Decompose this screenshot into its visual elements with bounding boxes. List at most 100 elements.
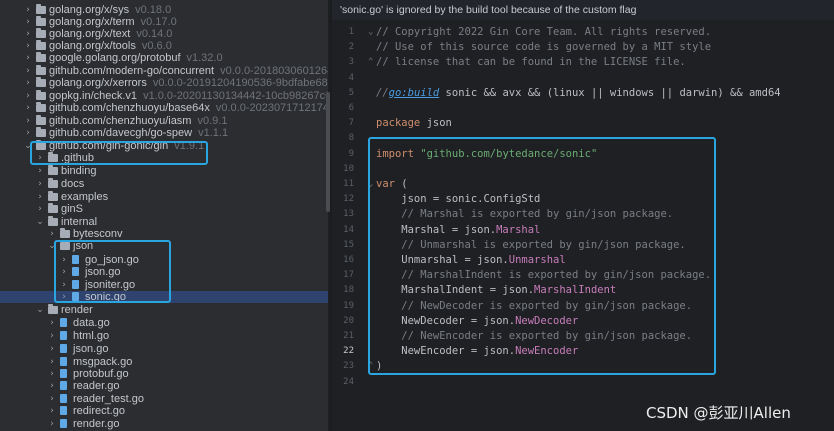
tree-file-row[interactable]: › json.go [0,343,328,355]
go-file-icon [60,394,67,403]
code-line[interactable]: 1 ⌄// Copyright 2022 Gin Core Team. All r… [332,25,834,40]
code-line[interactable]: 5 //go:build sonic && avx && (linux || wi… [332,86,834,101]
tree-file-row[interactable]: › msgpack.go [0,356,328,368]
chevron-right-icon[interactable]: › [48,330,56,342]
tree-folder-row[interactable]: › github.com/chenzhuoyu/base64x v0.0.0-202… [0,102,328,114]
chevron-right-icon[interactable]: › [24,65,32,77]
folder-icon [36,127,46,137]
chevron-right-icon[interactable]: › [36,191,44,203]
chevron-right-icon[interactable]: › [48,393,56,405]
chevron-right-icon[interactable]: › [24,90,32,102]
code-line[interactable]: 3 ⌃// license that can be found in the LI… [332,55,834,70]
line-number: 2 [348,42,354,53]
tree-item-label: reader_test.go [73,393,144,405]
chevron-right-icon[interactable]: › [48,356,56,368]
chevron-right-icon[interactable]: › [24,52,32,64]
tree-folder-row[interactable]: › ginS [0,203,328,215]
line-number: 23 [343,361,354,372]
code-line[interactable]: 2 // Use of this source code is governed … [332,40,834,55]
code-text: // Copyright 2022 Gin Core Team. All rig… [376,25,711,40]
tree-folder-row[interactable]: › bytesconv [0,228,328,240]
code-line[interactable]: 24 [332,375,834,390]
tree-folder-row[interactable]: › gopkg.in/check.v1 v1.0.0-20201130134442-… [0,90,328,102]
code-line[interactable]: 7 package json [332,116,834,131]
tree-file-row[interactable]: › html.go [0,330,328,342]
code-token: // license that can be found in the LICE… [376,56,686,69]
tree-folder-row[interactable]: ⌄ render [0,304,328,316]
tree-file-row[interactable]: › reader.go [0,380,328,392]
chevron-right-icon[interactable]: › [36,203,44,215]
tree-item-name: examples [61,191,109,203]
code-token: go:build [388,86,440,99]
tree-folder-row[interactable]: › github.com/chenzhuoyu/iasm v0.9.1 [0,115,328,127]
line-number: 3 [348,57,354,68]
chevron-down-icon[interactable]: ⌄ [36,304,44,316]
chevron-right-icon[interactable]: › [36,178,44,190]
chevron-right-icon[interactable]: › [48,317,56,329]
editor-notification-bar: 'sonic.go' is ignored by the build tool … [332,0,834,20]
tree-item-label: github.com/chenzhuoyu/iasm v0.9.1 [49,115,227,127]
fold-marker-icon[interactable]: ⌄ [368,25,373,40]
tree-item-name: render.go [73,418,120,430]
tree-item-name: google.golang.org/protobuf [49,52,181,64]
chevron-right-icon[interactable]: › [24,4,32,16]
tree-file-row[interactable]: › data.go [0,317,328,329]
tree-item-label: github.com/chenzhuoyu/base64x v0.0.0-2023… [49,102,328,114]
code-line[interactable]: 6 [332,101,834,116]
chevron-right-icon[interactable]: › [24,16,32,28]
chevron-down-icon[interactable]: ⌄ [36,216,44,228]
folder-icon [36,4,46,14]
line-number: 14 [343,224,354,235]
tree-item-name: github.com/chenzhuoyu/iasm [49,115,192,127]
chevron-right-icon[interactable]: › [48,368,56,380]
tree-folder-row[interactable]: › docs [0,178,328,190]
folder-icon [36,102,46,112]
tree-item-version: v1.32.0 [186,52,223,64]
chevron-right-icon[interactable]: › [24,28,32,40]
line-number: 18 [343,285,354,296]
tree-folder-row[interactable]: ⌄ internal [0,216,328,228]
go-file-icon [60,369,67,378]
tree-file-row[interactable]: › redirect.go [0,405,328,417]
chevron-right-icon[interactable]: › [24,115,32,127]
line-number: 13 [343,209,354,220]
chevron-right-icon[interactable]: › [36,165,44,177]
fold-marker-icon[interactable]: ⌃ [368,55,373,70]
tree-item-name: gopkg.in/check.v1 [49,90,138,102]
tree-folder-row[interactable]: › binding [0,165,328,177]
chevron-right-icon[interactable]: › [24,77,32,89]
tree-file-row[interactable]: › protobuf.go [0,368,328,380]
chevron-right-icon[interactable]: › [24,127,32,139]
code-line[interactable]: 4 [332,71,834,86]
folder-icon [60,228,70,238]
tree-item-label: render [61,304,93,316]
tree-item-name: bytesconv [73,228,123,240]
tree-item-name: golang.org/x/text [49,28,131,40]
tree-item-version: v0.18.0 [135,4,172,16]
tree-folder-row[interactable]: › github.com/davecgh/go-spew v1.1.1 [0,127,328,139]
tree-file-row[interactable]: › reader_test.go [0,393,328,405]
tree-folder-row[interactable]: › golang.org/x/sys v0.18.0 [0,4,328,16]
tree-item-label: github.com/davecgh/go-spew v1.1.1 [49,127,228,139]
tree-item-label: golang.org/x/xerrors v0.0.0-2019120419053… [49,77,328,89]
tree-folder-row[interactable]: › github.com/modern-go/concurrent v0.0.0-2… [0,65,328,77]
tree-folder-row[interactable]: › examples [0,191,328,203]
folder-icon [48,216,58,226]
tree-item-label: redirect.go [73,405,125,417]
tree-folder-row[interactable]: › golang.org/x/term v0.17.0 [0,16,328,28]
chevron-right-icon[interactable]: › [24,40,32,52]
chevron-right-icon[interactable]: › [48,380,56,392]
tree-folder-row[interactable]: › google.golang.org/protobuf v1.32.0 [0,52,328,64]
tree-file-row[interactable]: › render.go [0,418,328,430]
chevron-right-icon[interactable]: › [48,418,56,430]
chevron-right-icon[interactable]: › [48,405,56,417]
tree-folder-row[interactable]: › golang.org/x/xerrors v0.0.0-201912041905… [0,77,328,89]
tree-item-name: render [61,304,93,316]
tree-folder-row[interactable]: › golang.org/x/text v0.14.0 [0,28,328,40]
chevron-right-icon[interactable]: › [48,228,56,240]
chevron-right-icon[interactable]: › [24,102,32,114]
tree-folder-row[interactable]: › golang.org/x/tools v0.6.0 [0,40,328,52]
line-number: 15 [343,239,354,250]
code-token: // [376,86,389,99]
chevron-right-icon[interactable]: › [48,343,56,355]
